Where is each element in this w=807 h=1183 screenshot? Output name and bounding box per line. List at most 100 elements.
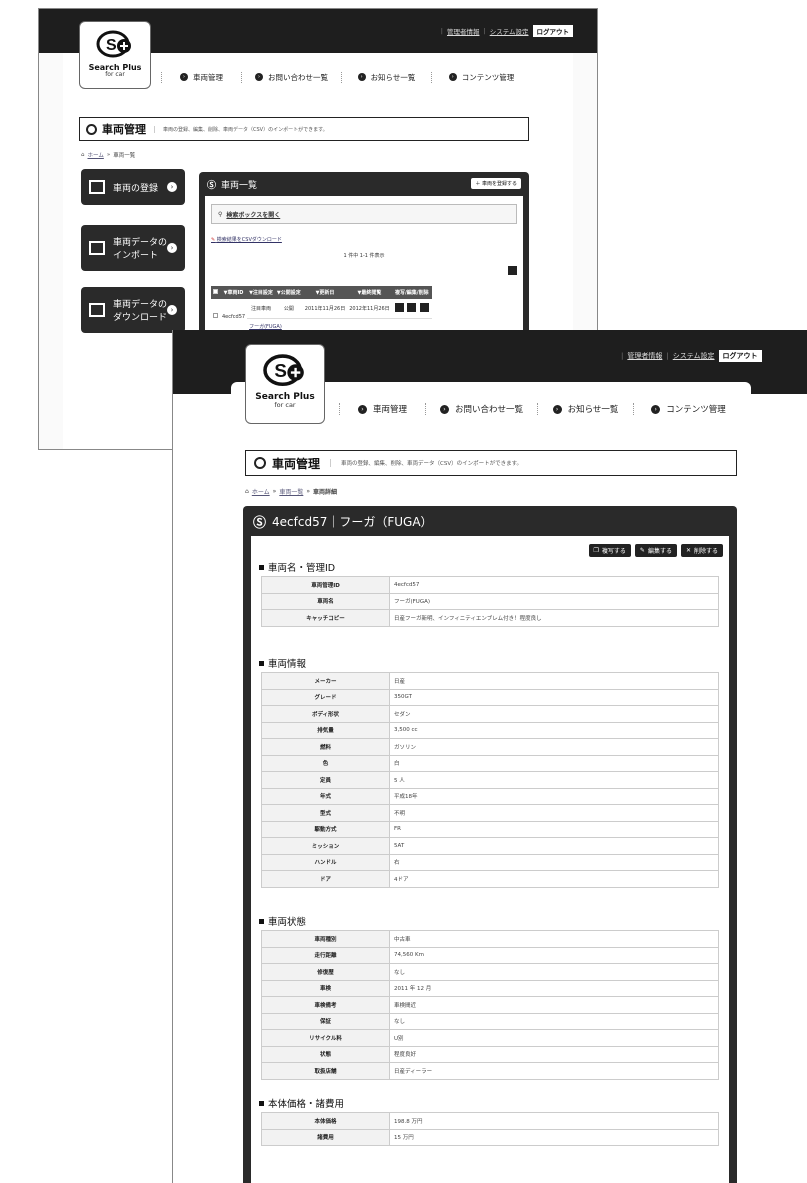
col-header-actions: 複写/編集/削除 <box>391 286 432 299</box>
square-bullet-icon <box>259 1100 264 1106</box>
edit-icon[interactable] <box>407 303 417 312</box>
spec-label: 燃料 <box>261 738 390 756</box>
spec-value: 日産フーガ新明、インフィニティエンブレム付き！程度良し <box>389 609 719 627</box>
spec-value: 車検間近 <box>389 996 719 1014</box>
spec-label: 保証 <box>261 1012 390 1030</box>
column-toggle-icon[interactable] <box>508 266 517 275</box>
copy-icon: ❐ <box>593 547 599 554</box>
section-title: 車両情報 <box>268 659 307 670</box>
spec-label: ハンドル <box>261 853 390 871</box>
arrow-right-icon: › <box>167 305 177 315</box>
spec-label: ミッション <box>261 837 390 855</box>
col-header-public[interactable]: ▼公開設定 <box>274 286 303 299</box>
vehicle-table: ▼車両ID ▼注目設定 ▼公開設定 ▼更新日 ▼最終閲覧 複写/編集/削除 4e… <box>211 286 432 335</box>
logo[interactable]: S Search Plus for car <box>79 21 151 89</box>
system-settings-link[interactable]: システム設定 <box>490 26 529 36</box>
csv-download-link[interactable]: ✎ 検索結果をCSVダウンロード <box>211 236 282 243</box>
select-all-header[interactable] <box>211 286 220 299</box>
register-vehicle-top-button[interactable]: ＋ 車両を登録する <box>471 178 521 189</box>
table-row: 色白 <box>261 754 719 772</box>
spec-label: グレード <box>261 688 390 706</box>
arrow-right-icon: › <box>651 404 661 414</box>
nav-notices[interactable]: › お知らせ一覧 <box>341 71 431 83</box>
admin-info-link[interactable]: 管理者情報 <box>627 351 662 361</box>
breadcrumb-home[interactable]: ホーム <box>252 487 270 496</box>
row-featured: 注目車両 <box>247 299 275 319</box>
nav-content-management[interactable]: › コンテンツ管理 <box>431 71 531 83</box>
nav-vehicle-management[interactable]: › 車両管理 <box>339 403 425 415</box>
table-row: 駆動方式 FR <box>261 820 719 838</box>
search-plus-logo-icon: S <box>96 30 131 58</box>
spec-value: 4ecfcd57 <box>389 576 719 594</box>
col-header-updated[interactable]: ▼更新日 <box>302 286 348 299</box>
svg-text:S: S <box>106 37 117 54</box>
square-bullet-icon <box>259 660 264 666</box>
import-vehicle-data-button[interactable]: 車両データの インポート › <box>81 225 185 271</box>
breadcrumb-current: 車両一覧 <box>113 153 136 159</box>
pencil-icon: ✎ <box>639 547 645 554</box>
vehicle-detail-screenshot: | 管理者情報 | システム設定 ログアウト S Search Plus for… <box>172 330 807 1183</box>
download-vehicle-data-button[interactable]: 車両データの ダウンロード › <box>81 287 185 333</box>
register-vehicle-button[interactable]: 車両の登録 › <box>81 169 185 205</box>
spec-table: 本体価格 198.8 万円 諸費用 15 万円 <box>261 1112 719 1146</box>
header-links: | 管理者情報 | システム設定 ログアウト <box>621 350 762 362</box>
arrow-right-icon: › <box>180 73 188 81</box>
nav-inquiries[interactable]: › お問い合わせ一覧 <box>425 403 537 415</box>
copy-icon[interactable] <box>394 303 404 312</box>
result-count: 1 件中 1-1 件表示 <box>343 253 385 259</box>
table-row: 走行距離 74,560 Km <box>261 946 719 964</box>
col-header-featured[interactable]: ▼注目設定 <box>247 286 275 299</box>
page-title-box: 車両管理 車両の登録、編集、削除、車両データ（CSV）のインポートができます。 <box>245 450 737 476</box>
system-settings-link[interactable]: システム設定 <box>673 351 715 361</box>
table-row: 車両管理ID 4ecfcd57 <box>261 576 719 594</box>
table-row: リサイクル料 U別 <box>261 1029 719 1047</box>
spec-value: 5 人 <box>389 771 719 789</box>
spec-value: ガソリン <box>389 738 719 756</box>
table-row: 型式 不明 <box>261 804 719 822</box>
spec-value: 3,500 cc <box>389 721 719 739</box>
spec-label: ドア <box>261 870 390 888</box>
nav-notices[interactable]: › お知らせ一覧 <box>537 403 633 415</box>
spec-table: 車両管理ID 4ecfcd57 車両名 フーガ(FUGA) キャッチコピー 日産フーガ新明… <box>261 576 719 627</box>
logo[interactable]: S Search Plus for car <box>245 344 325 424</box>
table-row: 年式 平成18年 <box>261 787 719 805</box>
table-row: 取扱店舗 日産ディーラー <box>261 1062 719 1080</box>
spec-label: リサイクル料 <box>261 1029 390 1047</box>
spec-label: 車検 <box>261 979 390 997</box>
col-header-id[interactable]: ▼車両ID <box>220 286 248 299</box>
header-links: | 管理者情報 | システム設定 ログアウト <box>441 25 573 37</box>
section-heading: 車両名・管理ID <box>259 560 335 574</box>
spec-label: メーカー <box>261 672 390 690</box>
logout-button[interactable]: ログアウト <box>532 25 573 37</box>
col-header-viewed[interactable]: ▼最終閲覧 <box>347 286 392 299</box>
spec-value: 不明 <box>389 804 719 822</box>
arrow-right-icon: › <box>439 404 449 414</box>
admin-info-link[interactable]: 管理者情報 <box>447 26 480 36</box>
search-toggle[interactable]: ⚲ 検索ボックスを開く <box>211 204 517 224</box>
nav-vehicle-management[interactable]: › 車両管理 <box>161 71 241 83</box>
nav-inquiries[interactable]: › お問い合わせ一覧 <box>241 71 341 83</box>
edit-button[interactable]: ✎ 編集する <box>634 544 677 557</box>
table-row: ミッション 5AT <box>261 837 719 855</box>
delete-icon[interactable] <box>419 303 429 312</box>
copy-button[interactable]: ❐ 複写する <box>588 544 631 557</box>
logout-button[interactable]: ログアウト <box>718 350 762 362</box>
table-row: ドア 4ドア <box>261 870 719 888</box>
home-icon: ⌂ <box>245 488 249 495</box>
brand-sub: for car <box>105 71 125 78</box>
nav-content-management[interactable]: › コンテンツ管理 <box>633 403 743 415</box>
spec-label: 諸費用 <box>261 1128 390 1146</box>
square-bullet-icon <box>259 918 264 924</box>
spec-value: 右 <box>389 853 719 871</box>
section-heading: 本体価格・諸費用 <box>259 1096 344 1110</box>
spec-value: 15 万円 <box>389 1128 719 1146</box>
edit-icon <box>89 180 105 194</box>
breadcrumb-home[interactable]: ホーム <box>88 151 104 159</box>
search-plus-logo-icon: S <box>263 354 304 387</box>
spec-label: 型式 <box>261 804 390 822</box>
spec-label: 本体価格 <box>261 1112 390 1130</box>
breadcrumb-list[interactable]: 車両一覧 <box>279 487 303 496</box>
table-row: 車検 2011 年 12 月 <box>261 979 719 997</box>
spec-label: 状態 <box>261 1045 390 1063</box>
delete-button[interactable]: ✕ 削除する <box>680 544 723 557</box>
